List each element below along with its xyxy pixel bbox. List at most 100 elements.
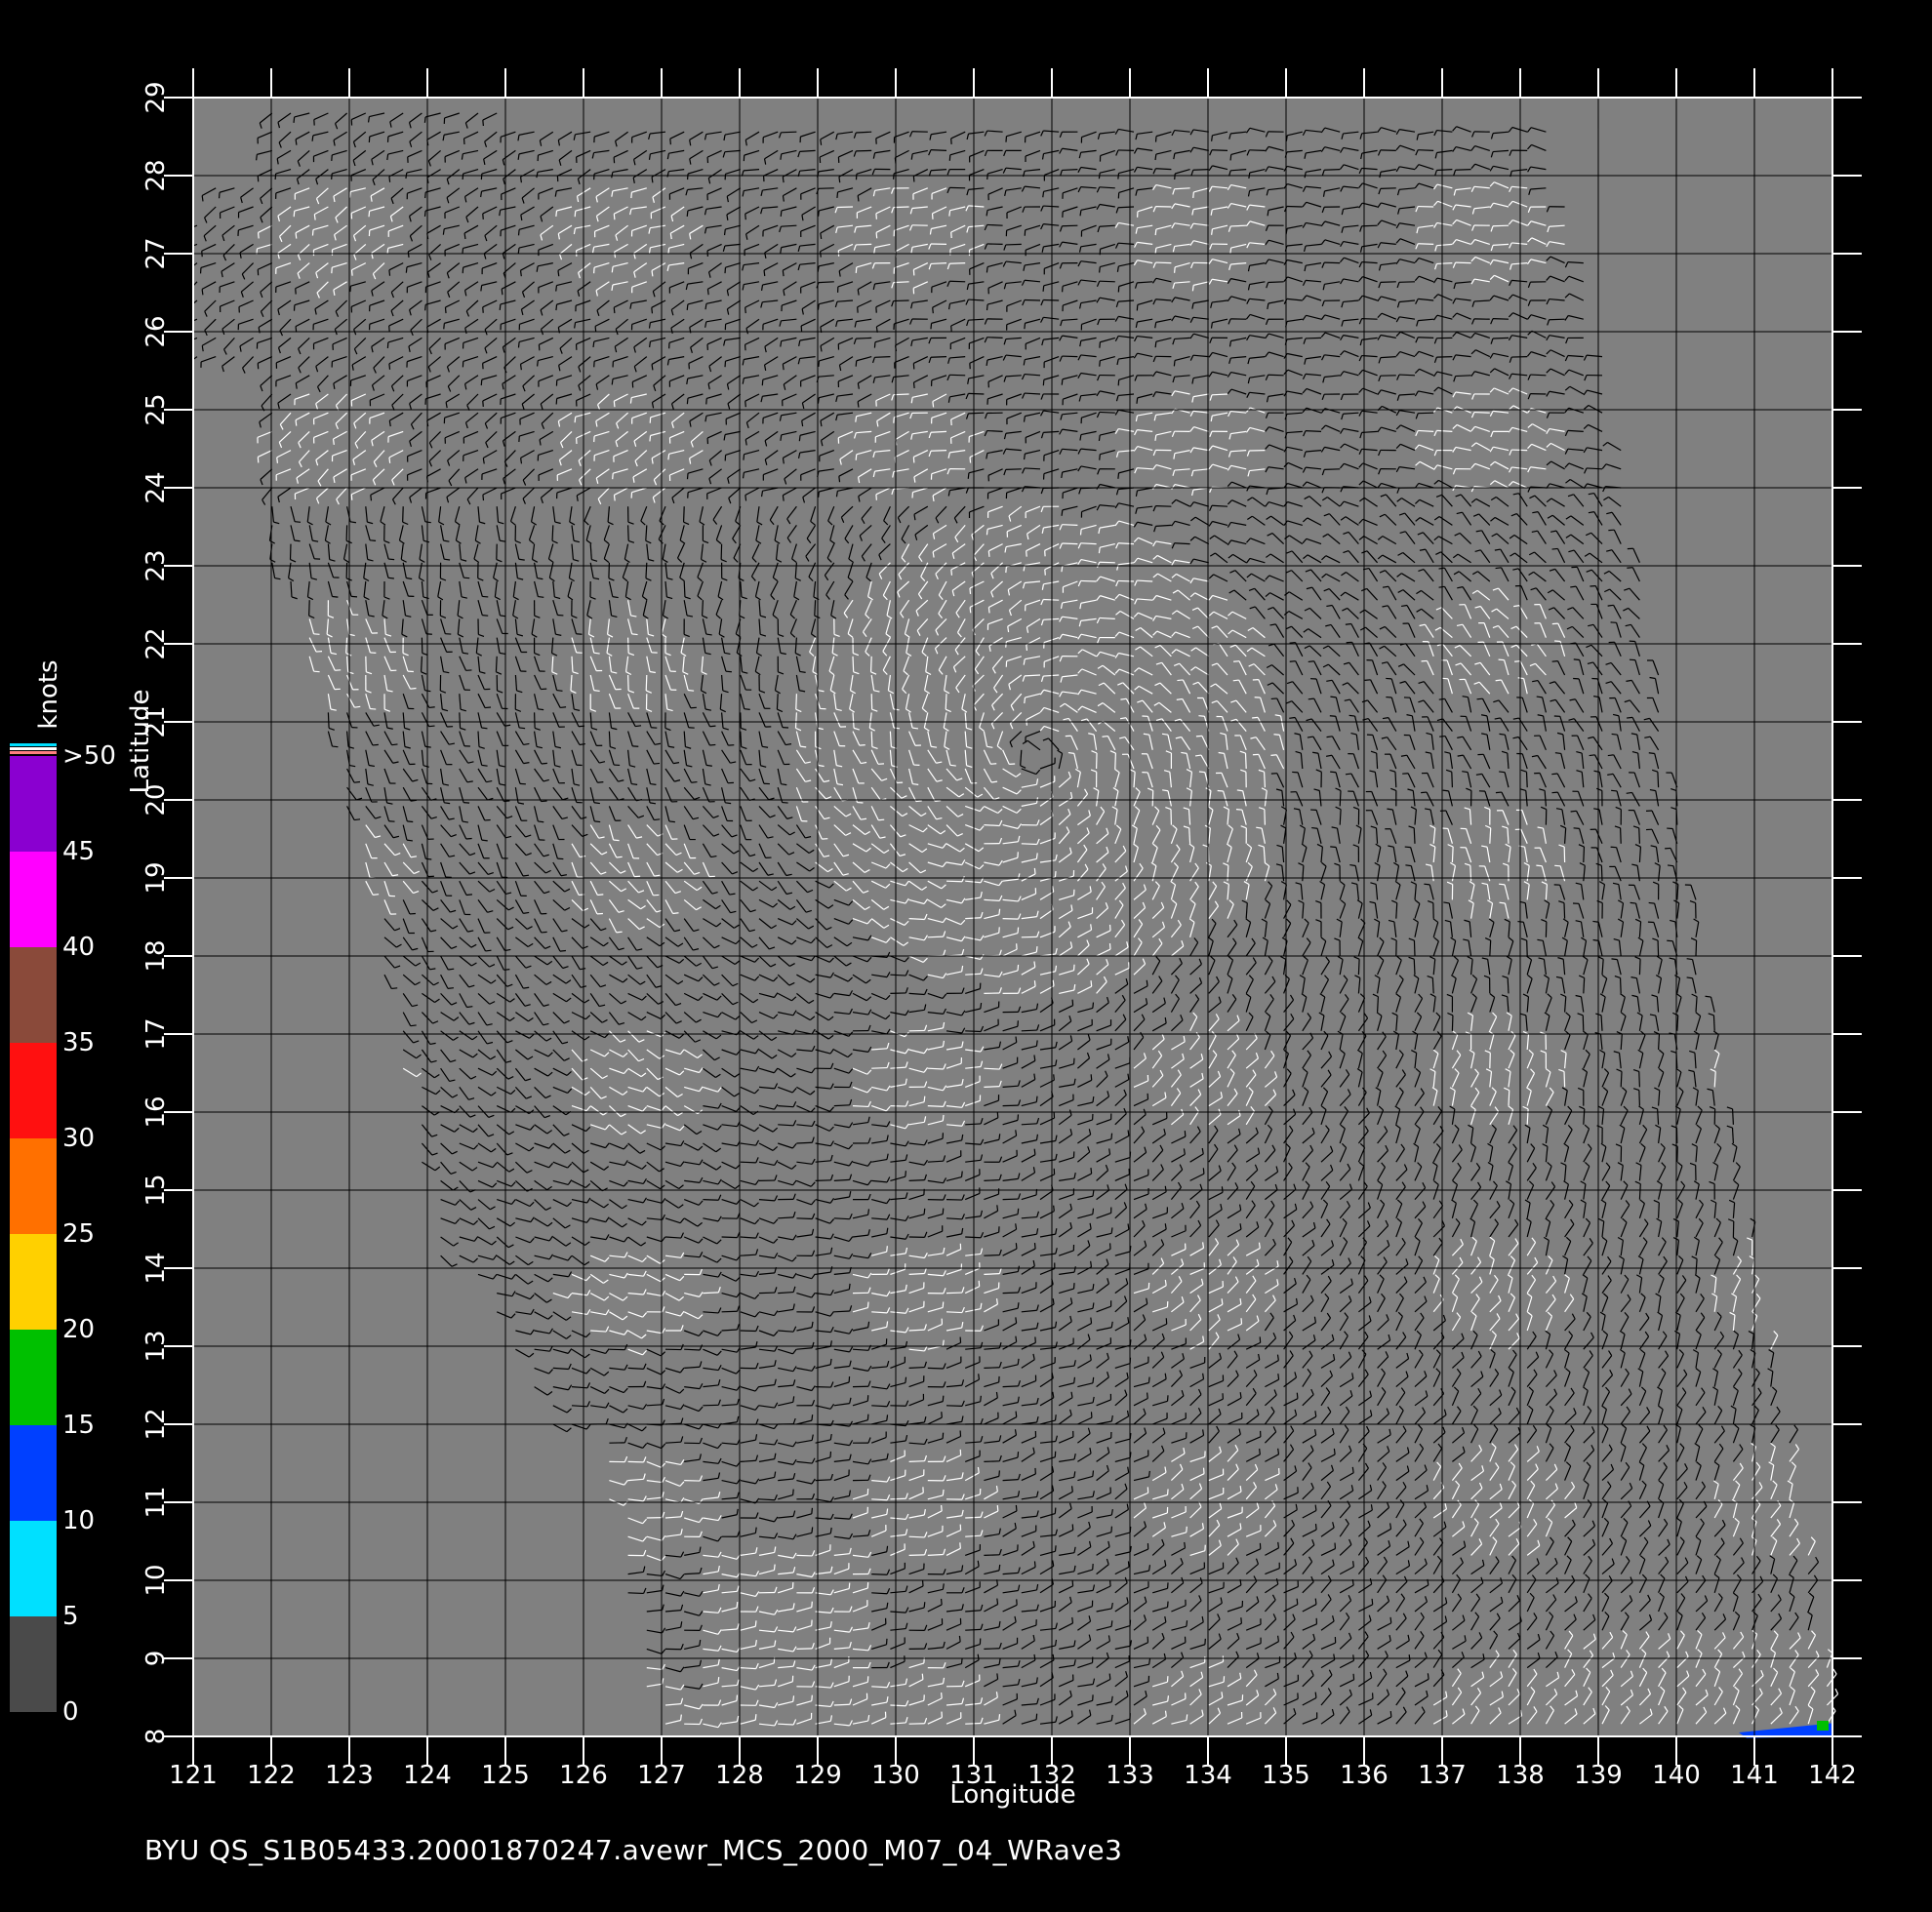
wind-barb-feather [593,652,600,655]
wind-barb-feather [331,173,333,179]
wind-barb-feather [613,214,616,220]
wind-barb-feather [1348,714,1355,717]
wind-barb-feather [950,569,953,576]
wind-barb-feather [1024,323,1026,330]
wind-barb [1062,542,1078,545]
wind-barb-feather [782,364,785,371]
wind-barb-feather [1517,677,1524,680]
wind-barb-feather [1608,529,1615,532]
wind-barb-feather [557,270,560,277]
wind-barb [776,694,779,710]
wind-barb [1530,374,1547,377]
wind-barb-feather [517,229,520,236]
wind-barb-feather [653,762,661,765]
wind-barb [949,374,966,377]
wind-barb [1492,337,1509,339]
wind-barb-feather [1117,173,1120,179]
wind-barb [1436,356,1453,358]
wind-barb-feather [1607,604,1614,607]
wind-barb [495,656,498,672]
wind-barb-feather [855,454,858,460]
wind-barb [1117,206,1135,209]
wind-barb-feather [667,454,670,460]
wind-barb [856,243,872,246]
wind-barb-feather [1289,660,1296,662]
wind-barb-feather [819,251,822,258]
wind-barb-feather [1026,550,1027,557]
wind-barb-feather [1232,679,1239,682]
wind-barb [1192,169,1209,171]
wind-barb-feather [893,727,900,730]
wind-barb-feather [855,266,858,273]
wind-barb-feather [667,248,670,255]
wind-barb-feather [481,764,488,767]
wind-barb [1492,318,1509,320]
wind-barb [930,149,947,151]
wind-barb-feather [1308,697,1314,700]
wind-barb-feather [651,270,654,277]
wind-barb-feather [1198,715,1205,717]
wind-barb-feather [484,706,492,709]
wind-barb-feather [948,154,951,161]
wind-barb [1380,149,1396,151]
wind-barb-feather [630,192,632,199]
wind-barb [1062,355,1078,358]
wind-barb-feather [428,706,435,709]
wind-barb-feather [1044,569,1046,576]
wind-barb-feather [1364,679,1371,681]
wind-barb-feather [986,266,988,273]
wind-barb-feather [893,173,895,179]
wind-barb-feather [669,139,671,145]
wind-barb-feather [1499,733,1506,736]
wind-barb-feather [1099,360,1101,367]
wind-barb [781,131,797,134]
wind-barb-feather [1476,697,1483,700]
wind-barb-feather [1177,679,1184,682]
wind-barb [421,656,423,672]
wind-barb [856,337,872,339]
wind-barb [1099,280,1115,283]
wind-barb [1324,169,1341,171]
wind-barb-feather [480,285,483,292]
wind-barb [1099,411,1115,414]
wind-barb [1117,542,1135,545]
wind-barb-feather [350,269,353,276]
wind-barb-feather [332,438,335,446]
wind-barb [459,712,462,729]
wind-barb-feather [293,116,296,123]
wind-barb-feather [386,248,389,255]
wind-barb-feather [537,360,539,367]
wind-barb-feather [348,191,351,198]
wind-barb [986,337,1003,339]
wind-barb-feather [1570,585,1577,588]
wind-barb-feather [407,251,410,258]
wind-barb [1398,374,1416,377]
wind-barb-feather [969,587,972,594]
wind-barb-feather [517,247,520,255]
wind-barb [402,506,404,523]
wind-barb-feather [763,269,766,277]
wind-barb-feather [949,764,956,767]
wind-barb-feather [499,303,502,310]
wind-barb-feather [1154,341,1157,348]
wind-barb [682,506,685,523]
wind-barb-feather [782,177,785,183]
wind-barb-feather [857,195,860,202]
wind-barb-feather [1042,191,1045,198]
wind-barb [930,356,947,358]
wind-barb [986,429,1003,432]
wind-barb [534,712,536,729]
wind-barb-feather [651,307,654,314]
wind-barb-feather [855,416,858,422]
wind-barb-feather [519,177,522,183]
wind-barb-feather [1345,622,1351,625]
wind-barb-feather [706,289,709,296]
wind-barb-feather [838,476,841,483]
wind-barb [1155,505,1172,507]
wind-barb [1398,281,1416,283]
wind-barb [627,674,629,692]
wind-barb-feather [444,558,451,561]
wind-barb-feather [1099,454,1101,460]
wind-barb [1380,187,1396,189]
wind-barb-feather [556,689,563,692]
